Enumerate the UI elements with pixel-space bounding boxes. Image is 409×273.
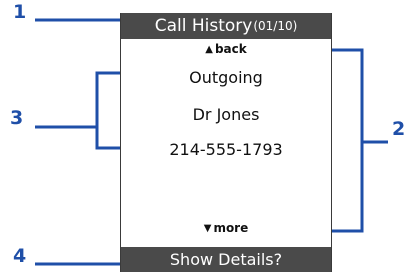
nav-back-label: back xyxy=(214,42,247,56)
up-triangle-icon: ▲ xyxy=(205,43,213,55)
call-type: Outgoing xyxy=(189,68,263,87)
screen-title: Call History xyxy=(154,16,253,36)
diagram-stage: 1 2 3 4 Call History (01/10) ▲ back Outg… xyxy=(0,0,409,273)
callout-number-1: 1 xyxy=(13,1,27,23)
callout-number-4: 4 xyxy=(13,245,27,267)
callout-number-2: 2 xyxy=(392,118,406,140)
nav-back[interactable]: ▲ back xyxy=(121,42,331,56)
contact-name: Dr Jones xyxy=(192,105,260,124)
call-counter: (01/10) xyxy=(253,19,298,33)
nav-more[interactable]: ▼ more xyxy=(121,221,331,235)
phone-screen: Call History (01/10) ▲ back Outgoing Dr … xyxy=(120,13,332,272)
phone-number: 214-555-1793 xyxy=(169,140,283,159)
callout-number-3: 3 xyxy=(10,107,24,129)
softkey-show-details[interactable]: Show Details? xyxy=(121,247,331,272)
nav-more-label: more xyxy=(213,221,249,235)
title-bar: Call History (01/10) xyxy=(121,13,331,39)
down-triangle-icon: ▼ xyxy=(203,222,212,234)
